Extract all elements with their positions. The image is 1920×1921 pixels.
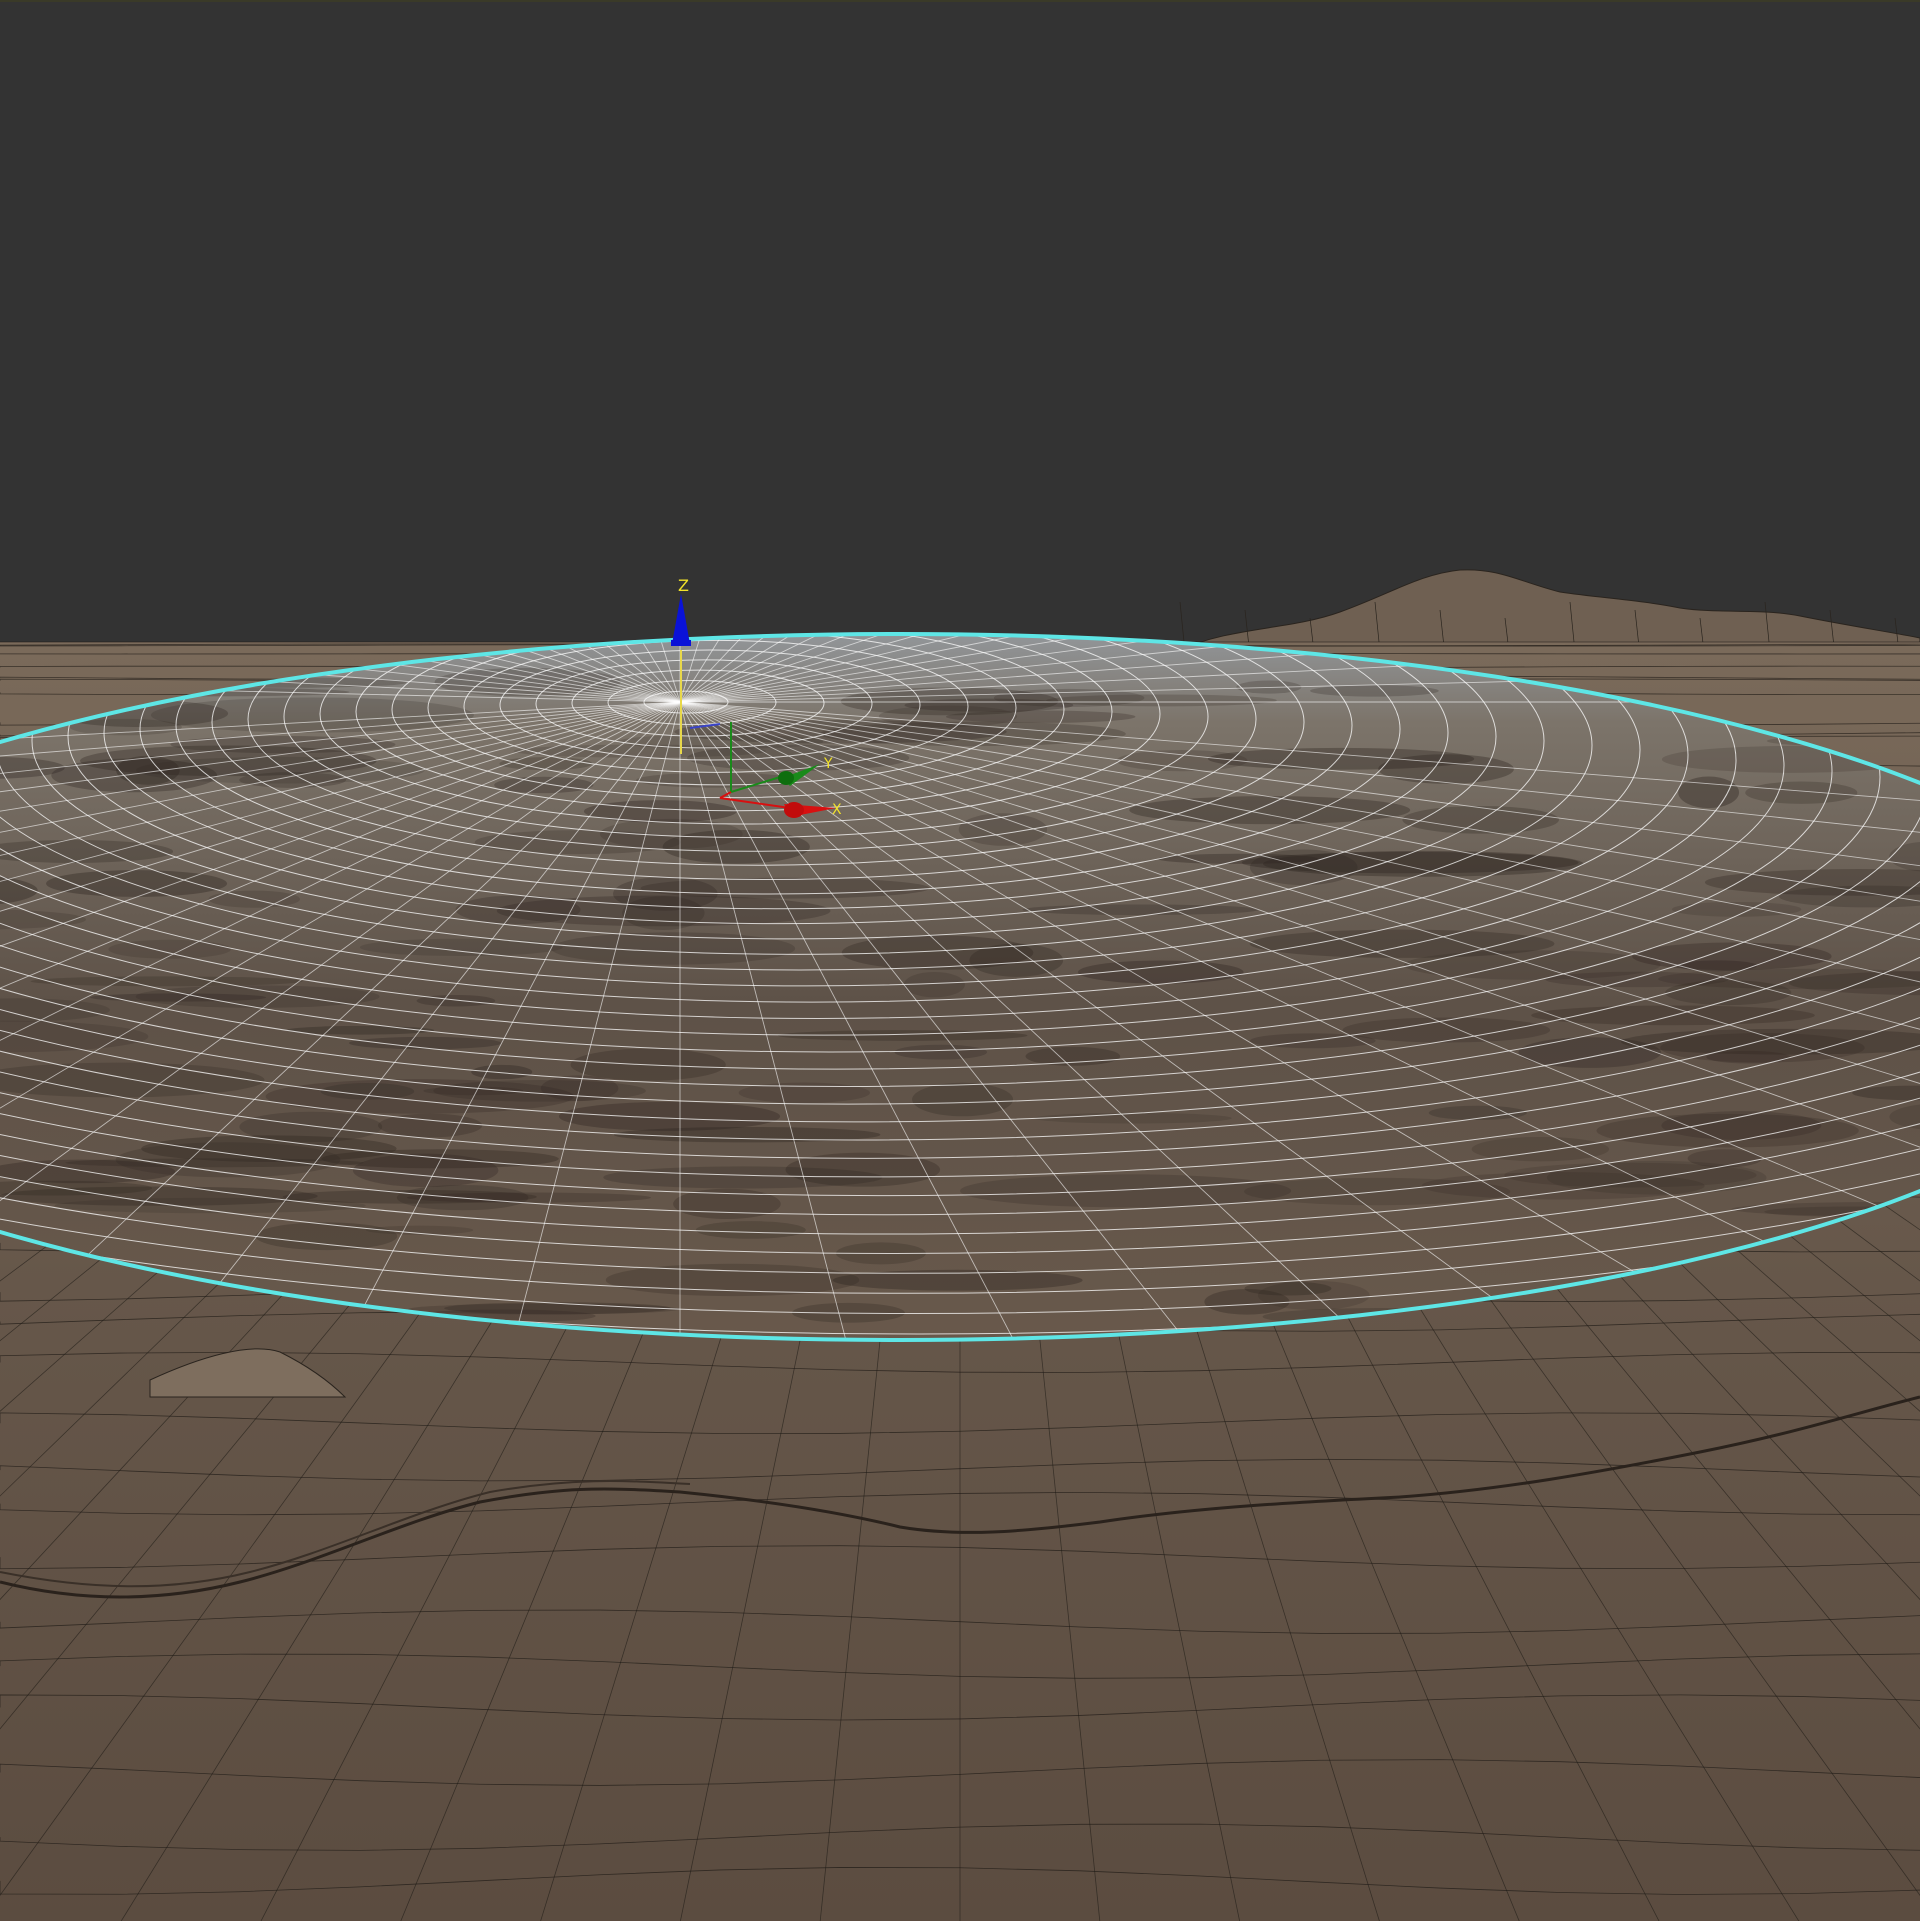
z-axis-arrow-base (671, 640, 691, 646)
gizmo-z-label: Z (678, 576, 689, 595)
viewport-scene[interactable]: Z Y X (0, 2, 1920, 1921)
selected-disc-mesh[interactable] (0, 82, 1920, 1442)
z-axis-arrow-icon[interactable] (672, 594, 690, 644)
gizmo-x-label: X (832, 802, 842, 818)
x-axis-arrow-cap (784, 802, 804, 818)
gizmo-y-label: Y (823, 756, 833, 772)
3d-viewport[interactable]: Z Y X (0, 0, 1920, 1921)
y-axis-arrow-cap (778, 771, 794, 785)
